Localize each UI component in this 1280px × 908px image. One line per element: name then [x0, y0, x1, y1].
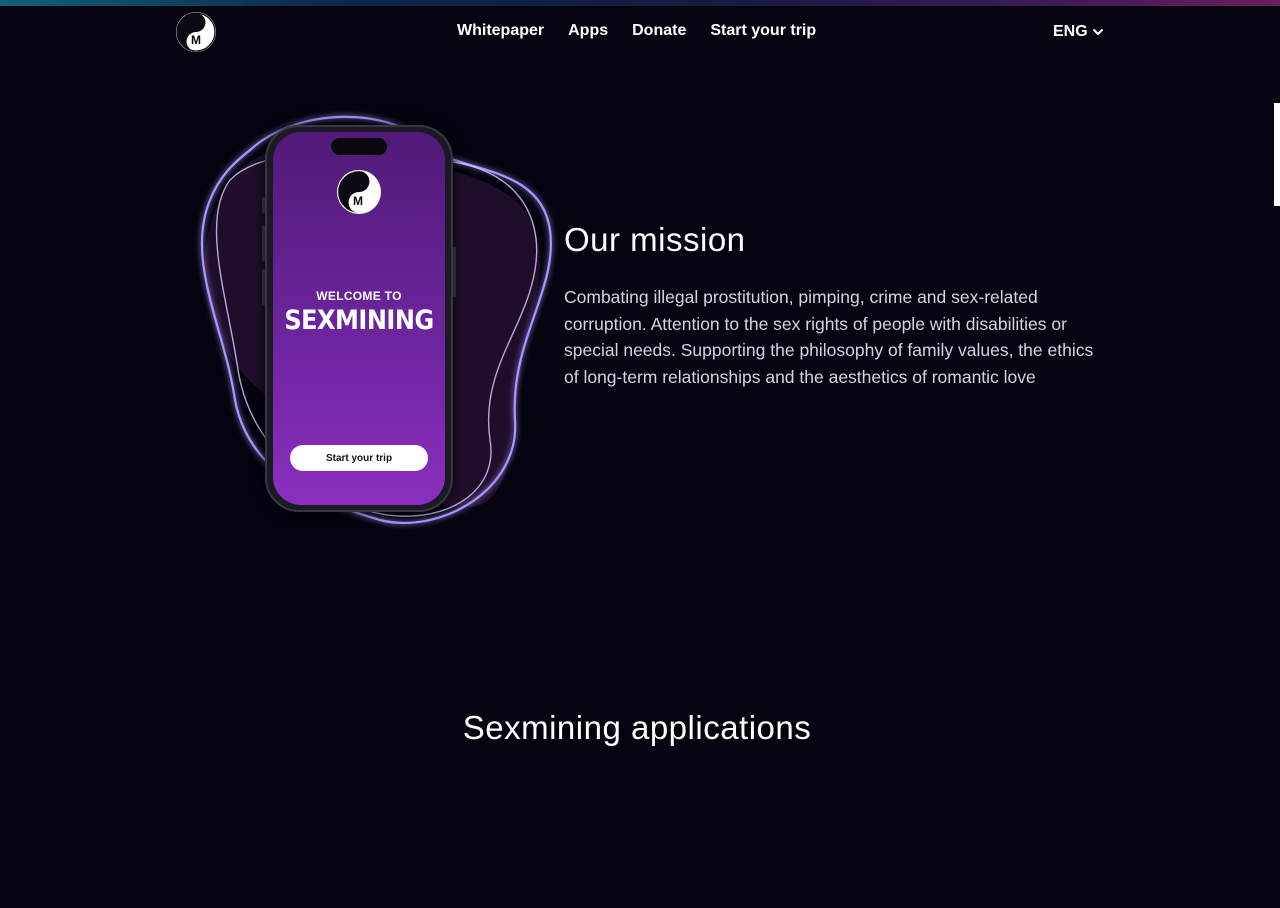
- site-logo[interactable]: S M: [176, 12, 216, 52]
- main-nav: Whitepaper Apps Donate Start your trip: [457, 21, 816, 41]
- phone-screen: S M WELCOME TO SEXMINING Start your trip: [273, 132, 445, 505]
- language-label: ENG: [1053, 23, 1088, 40]
- language-selector[interactable]: ENG: [1053, 22, 1104, 42]
- applications-title: Sexmining applications: [462, 709, 812, 746]
- logo-letter-top: S: [193, 17, 202, 31]
- nav-link-whitepaper[interactable]: Whitepaper: [457, 21, 544, 41]
- mission-title: Our mission: [564, 221, 746, 258]
- nav-link-donate[interactable]: Donate: [632, 21, 686, 41]
- phone-side-button: [453, 247, 456, 297]
- phone-side-button: [262, 269, 265, 305]
- phone-logo-letter-top: S: [356, 176, 365, 190]
- chevron-down-icon: [1092, 29, 1103, 35]
- phone-notch: [331, 138, 387, 155]
- phone-logo-letter-bottom: M: [353, 194, 363, 208]
- phone-mockup: S M WELCOME TO SEXMINING Start your trip: [262, 125, 456, 512]
- phone-side-button: [262, 197, 265, 213]
- phone-welcome-text: WELCOME TO: [316, 289, 402, 303]
- nav-link-apps[interactable]: Apps: [568, 21, 608, 41]
- phone-app-logo: S M: [337, 170, 381, 214]
- side-panel-edge: [1274, 103, 1280, 206]
- logo-letter-bottom: M: [191, 33, 201, 47]
- phone-brand-title: SEXMINING: [284, 304, 434, 336]
- phone-side-button: [262, 225, 265, 261]
- site-header: S M Whitepaper Apps Donate Start your tr…: [0, 6, 1280, 56]
- mission-text: Combating illegal prostitution, pimping,…: [564, 287, 1094, 387]
- phone-start-trip-button: Start your trip: [290, 445, 428, 471]
- nav-link-start-your-trip[interactable]: Start your trip: [710, 21, 816, 41]
